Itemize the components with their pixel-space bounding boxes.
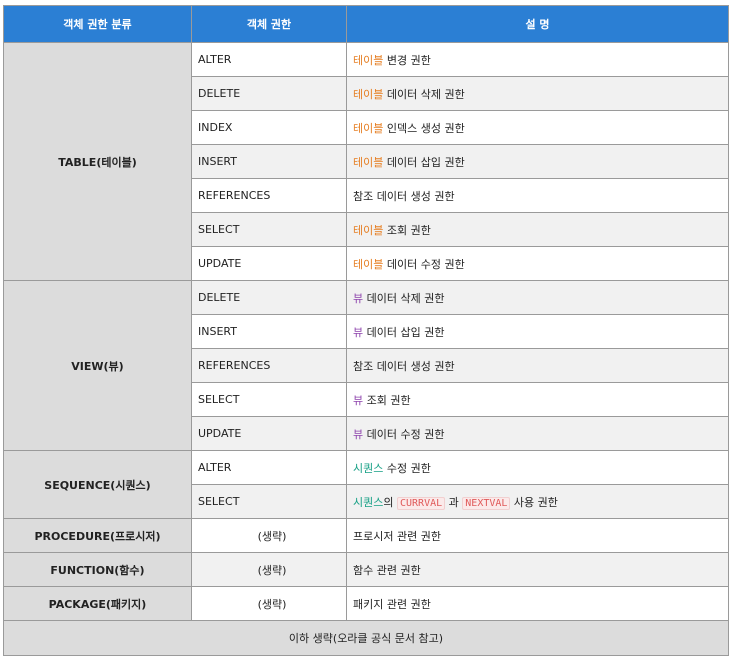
- description-text: 사용 권한: [510, 495, 558, 509]
- description-text: 수정 권한: [383, 461, 431, 475]
- description-text: 변경 권한: [383, 53, 431, 67]
- privilege-cell: REFERENCES: [191, 348, 347, 383]
- description-cell: 시퀀스 수정 권한: [346, 450, 729, 485]
- highlight-object: 테이블: [353, 223, 384, 237]
- description-text: 데이터 삭제 권한: [363, 291, 445, 305]
- privilege-cell: SELECT: [191, 212, 347, 247]
- description-cell: 뷰 데이터 삽입 권한: [346, 314, 729, 349]
- category-sequence: SEQUENCE(시퀀스): [3, 450, 192, 519]
- code-currval: CURRVAL: [397, 496, 446, 510]
- description-text: 데이터 수정 권한: [383, 257, 465, 271]
- description-text: 인덱스 생성 권한: [383, 121, 465, 135]
- header-privilege: 객체 권한: [191, 5, 347, 43]
- privilege-cell: UPDATE: [191, 416, 347, 451]
- description-text: 의: [383, 495, 397, 509]
- highlight-object: 테이블: [353, 53, 384, 67]
- privilege-cell: UPDATE: [191, 246, 347, 281]
- description-cell: 참조 데이터 생성 권한: [346, 178, 729, 213]
- table-row: FUNCTION(함수) (생략) 함수 관련 권한: [3, 552, 729, 587]
- category-function: FUNCTION(함수): [3, 552, 192, 587]
- category-package: PACKAGE(패키지): [3, 586, 192, 621]
- table-row: TABLE(테이블) ALTER 테이블 변경 권한: [3, 42, 729, 281]
- privilege-cell: SELECT: [191, 484, 347, 519]
- description-text: 참조 데이터 생성 권한: [353, 189, 455, 203]
- privilege-cell: INSERT: [191, 144, 347, 179]
- description-cell: 뷰 데이터 삭제 권한: [346, 280, 729, 315]
- description-text: 참조 데이터 생성 권한: [353, 359, 455, 373]
- highlight-object: 뷰: [353, 291, 364, 305]
- description-cell: 테이블 데이터 삽입 권한: [346, 144, 729, 179]
- header-category: 객체 권한 분류: [3, 5, 192, 43]
- privilege-cell: (생략): [191, 518, 347, 553]
- object-privilege-table: 객체 권한 분류 객체 권한 설 명 TABLE(테이블) ALTER 테이블 …: [3, 5, 729, 656]
- code-nextval: NEXTVAL: [462, 496, 511, 510]
- description-cell: 뷰 조회 권한: [346, 382, 729, 417]
- category-procedure: PROCEDURE(프로시저): [3, 518, 192, 553]
- privilege-cell: DELETE: [191, 76, 347, 111]
- description-cell: 테이블 인덱스 생성 권한: [346, 110, 729, 145]
- table-row: SEQUENCE(시퀀스) ALTER 시퀀스 수정 권한: [3, 450, 729, 519]
- category-view: VIEW(뷰): [3, 280, 192, 451]
- highlight-object: 뷰: [353, 325, 364, 339]
- highlight-object: 시퀀스: [353, 495, 384, 509]
- privilege-cell: ALTER: [191, 450, 347, 485]
- description-text: 데이터 삽입 권한: [363, 325, 445, 339]
- privilege-cell: SELECT: [191, 382, 347, 417]
- privilege-cell: (생략): [191, 552, 347, 587]
- privilege-cell: DELETE: [191, 280, 347, 315]
- privilege-cell: REFERENCES: [191, 178, 347, 213]
- highlight-object: 테이블: [353, 87, 384, 101]
- table-row: PACKAGE(패키지) (생략) 패키지 관련 권한: [3, 586, 729, 621]
- category-table: TABLE(테이블): [3, 42, 192, 281]
- highlight-object: 테이블: [353, 121, 384, 135]
- description-cell: 참조 데이터 생성 권한: [346, 348, 729, 383]
- privilege-cell: INDEX: [191, 110, 347, 145]
- footer-note: 이하 생략(오라클 공식 문서 참고): [3, 620, 729, 656]
- privilege-table-container: 객체 권한 분류 객체 권한 설 명 TABLE(테이블) ALTER 테이블 …: [3, 5, 729, 656]
- description-cell: 테이블 변경 권한: [346, 42, 729, 77]
- highlight-object: 뷰: [353, 427, 364, 441]
- description-text: 데이터 삭제 권한: [383, 87, 465, 101]
- description-text: 과: [445, 495, 463, 509]
- description-cell: 테이블 데이터 삭제 권한: [346, 76, 729, 111]
- highlight-object: 테이블: [353, 257, 384, 271]
- description-cell: 함수 관련 권한: [346, 552, 729, 587]
- privilege-cell: (생략): [191, 586, 347, 621]
- privilege-cell: ALTER: [191, 42, 347, 77]
- description-text: 조회 권한: [363, 393, 411, 407]
- table-row: PROCEDURE(프로시저) (생략) 프로시저 관련 권한: [3, 518, 729, 553]
- table-row: VIEW(뷰) DELETE 뷰 데이터 삭제 권한: [3, 280, 729, 451]
- highlight-object: 테이블: [353, 155, 384, 169]
- description-text: 데이터 수정 권한: [363, 427, 445, 441]
- description-cell: 시퀀스의 CURRVAL 과 NEXTVAL 사용 권한: [346, 484, 729, 519]
- description-text: 조회 권한: [383, 223, 431, 237]
- description-text: 데이터 삽입 권한: [383, 155, 465, 169]
- highlight-object: 뷰: [353, 393, 364, 407]
- header-row: 객체 권한 분류 객체 권한 설 명: [3, 5, 729, 43]
- description-cell: 테이블 조회 권한: [346, 212, 729, 247]
- description-cell: 뷰 데이터 수정 권한: [346, 416, 729, 451]
- description-cell: 패키지 관련 권한: [346, 586, 729, 621]
- privilege-cell: INSERT: [191, 314, 347, 349]
- footer-row: 이하 생략(오라클 공식 문서 참고): [3, 620, 729, 656]
- description-cell: 프로시저 관련 권한: [346, 518, 729, 553]
- description-cell: 테이블 데이터 수정 권한: [346, 246, 729, 281]
- highlight-object: 시퀀스: [353, 461, 384, 475]
- header-description: 설 명: [346, 5, 729, 43]
